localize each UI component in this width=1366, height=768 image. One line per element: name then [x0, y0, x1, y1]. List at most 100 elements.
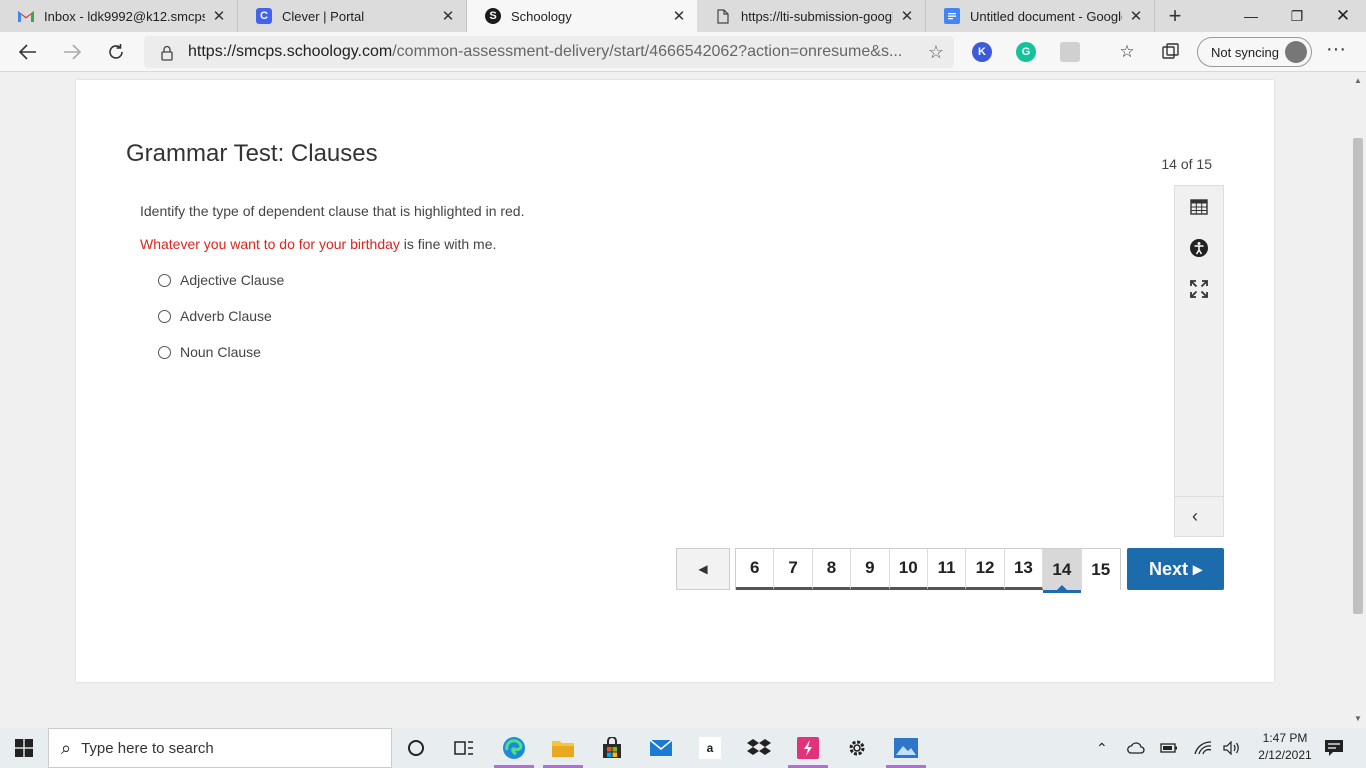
page-content: Grammar Test: Clauses 14 of 15 Identify … — [0, 72, 1350, 728]
settings-gear-icon[interactable] — [833, 728, 881, 768]
svg-text:a: a — [707, 741, 714, 755]
tab-inbox[interactable]: Inbox - ldk9992@k12.smcps.or ✕ — [0, 0, 238, 32]
forward-icon[interactable] — [56, 36, 88, 68]
accessibility-icon[interactable] — [1188, 237, 1210, 259]
restore-icon[interactable]: ❐ — [1274, 0, 1320, 32]
minimize-icon[interactable]: — — [1228, 0, 1274, 32]
page-button-11[interactable]: 11 — [927, 549, 967, 590]
scroll-up-icon[interactable]: ▲ — [1354, 76, 1362, 85]
windows-taskbar: ⌕ Type here to search a ⌃ 1:47 PM 2/12/2… — [0, 728, 1366, 768]
grammarly-icon[interactable]: G — [1016, 42, 1036, 62]
page-button-14[interactable]: 14 — [1043, 549, 1082, 593]
more-menu-icon[interactable]: ··· — [1326, 38, 1346, 61]
tab-google-docs[interactable]: Untitled document - Google D ✕ — [926, 0, 1155, 32]
search-placeholder: Type here to search — [81, 739, 214, 757]
radio-button[interactable] — [158, 345, 171, 359]
close-icon[interactable]: ✕ — [899, 7, 915, 25]
new-tab-button[interactable]: + — [1155, 0, 1195, 32]
page-button-12[interactable]: 12 — [966, 549, 1005, 590]
url-text: https://smcps.schoology.com/common-asses… — [188, 43, 908, 61]
tab-lti-submission[interactable]: https://lti-submission-google.a ✕ — [697, 0, 926, 32]
google-docs-icon — [944, 8, 960, 24]
page-button-9[interactable]: 9 — [851, 549, 890, 590]
notifications-icon[interactable] — [1324, 728, 1344, 768]
schoology-icon: S — [485, 8, 501, 24]
option-adverb-clause[interactable]: Adverb Clause — [158, 308, 272, 324]
option-label: Noun Clause — [180, 344, 261, 360]
page-button-10[interactable]: 10 — [889, 549, 928, 590]
chevron-left-icon[interactable]: ‹ — [1192, 506, 1198, 527]
sync-label: Not syncing — [1211, 44, 1279, 60]
avatar — [1285, 41, 1307, 63]
dropbox-icon[interactable] — [735, 728, 783, 768]
amazon-icon[interactable]: a — [686, 728, 734, 768]
cortana-icon[interactable] — [392, 728, 440, 768]
lock-icon — [160, 45, 174, 61]
battery-icon[interactable] — [1160, 728, 1178, 768]
volume-icon[interactable] — [1223, 728, 1241, 768]
close-icon[interactable]: ✕ — [211, 7, 227, 25]
scroll-down-icon[interactable]: ▼ — [1354, 714, 1362, 723]
taskbar-clock[interactable]: 1:47 PM 2/12/2021 — [1246, 730, 1324, 764]
photos-icon[interactable] — [882, 728, 930, 768]
page-button-7[interactable]: 7 — [774, 549, 813, 590]
tab-schoology[interactable]: S Schoology ✕ — [467, 0, 697, 32]
url-path: /common-assessment-delivery/start/466654… — [392, 43, 903, 60]
tab-title: Untitled document - Google D — [970, 8, 1122, 24]
favorite-star-icon[interactable]: ☆ — [928, 42, 944, 63]
tab-title: Schoology — [511, 8, 572, 24]
page-scrollbar[interactable]: ▲ ▼ — [1350, 72, 1366, 728]
file-explorer-icon[interactable] — [539, 728, 587, 768]
close-icon[interactable]: ✕ — [671, 7, 687, 25]
back-icon[interactable] — [12, 36, 44, 68]
option-label: Adjective Clause — [180, 272, 285, 288]
app-icon[interactable] — [784, 728, 832, 768]
page-title: Grammar Test: Clauses — [126, 140, 378, 167]
wifi-icon[interactable] — [1194, 728, 1212, 768]
option-adjective-clause[interactable]: Adjective Clause — [158, 272, 284, 288]
refresh-icon[interactable] — [100, 36, 132, 68]
radio-button[interactable] — [158, 309, 171, 323]
close-icon[interactable]: ✕ — [1128, 7, 1144, 25]
mail-icon[interactable] — [637, 728, 685, 768]
taskbar-search-box[interactable]: ⌕ Type here to search — [48, 728, 392, 768]
question-progress: 14 of 15 — [1161, 156, 1212, 172]
highlighted-clause: Whatever you want to do for your birthda… — [140, 236, 400, 252]
k-extension-icon[interactable]: K — [972, 42, 992, 62]
task-view-icon[interactable] — [440, 728, 488, 768]
tab-title: Inbox - ldk9992@k12.smcps.or — [44, 8, 205, 24]
page-button-8[interactable]: 8 — [812, 549, 852, 590]
previous-question-button[interactable]: ◀ — [676, 548, 730, 590]
show-hidden-icons-chevron-up-icon[interactable]: ⌃ — [1096, 728, 1108, 768]
browser-tab-strip: Inbox - ldk9992@k12.smcps.or ✕ C Clever … — [0, 0, 1366, 32]
edge-icon[interactable] — [490, 728, 538, 768]
calculator-icon[interactable] — [1188, 196, 1210, 218]
window-close-icon[interactable]: ✕ — [1320, 0, 1366, 32]
page-button-13[interactable]: 13 — [1004, 549, 1044, 590]
fullscreen-icon[interactable] — [1188, 278, 1210, 300]
windows-start-icon[interactable] — [0, 728, 48, 768]
search-icon: ⌕ — [61, 737, 72, 758]
extension-icon[interactable] — [1060, 42, 1080, 62]
favorites-icon[interactable]: ☆ — [1116, 40, 1138, 64]
page-button-15[interactable]: 15 — [1082, 549, 1120, 590]
address-bar[interactable]: https://smcps.schoology.com/common-asses… — [144, 36, 954, 68]
scrollbar-thumb[interactable] — [1353, 138, 1363, 614]
tab-clever[interactable]: C Clever | Portal ✕ — [238, 0, 467, 32]
microsoft-store-icon[interactable] — [588, 728, 636, 768]
profile-sync-button[interactable]: Not syncing — [1197, 37, 1312, 67]
question-prompt: Identify the type of dependent clause th… — [140, 203, 525, 219]
tab-title: https://lti-submission-google.a — [741, 8, 893, 24]
collections-icon[interactable] — [1160, 40, 1182, 64]
question-pager: 6 7 8 9 10 11 12 13 14 15 — [735, 548, 1121, 593]
radio-button[interactable] — [158, 273, 171, 287]
close-icon[interactable]: ✕ — [440, 7, 456, 25]
onedrive-cloud-icon[interactable] — [1127, 728, 1145, 768]
page-button-6[interactable]: 6 — [736, 549, 775, 590]
browser-toolbar: https://smcps.schoology.com/common-asses… — [0, 32, 1366, 72]
option-noun-clause[interactable]: Noun Clause — [158, 344, 261, 360]
divider — [1175, 496, 1223, 497]
next-button[interactable]: Next ▸ — [1127, 548, 1224, 590]
document-icon — [715, 8, 731, 24]
option-label: Adverb Clause — [180, 308, 272, 324]
